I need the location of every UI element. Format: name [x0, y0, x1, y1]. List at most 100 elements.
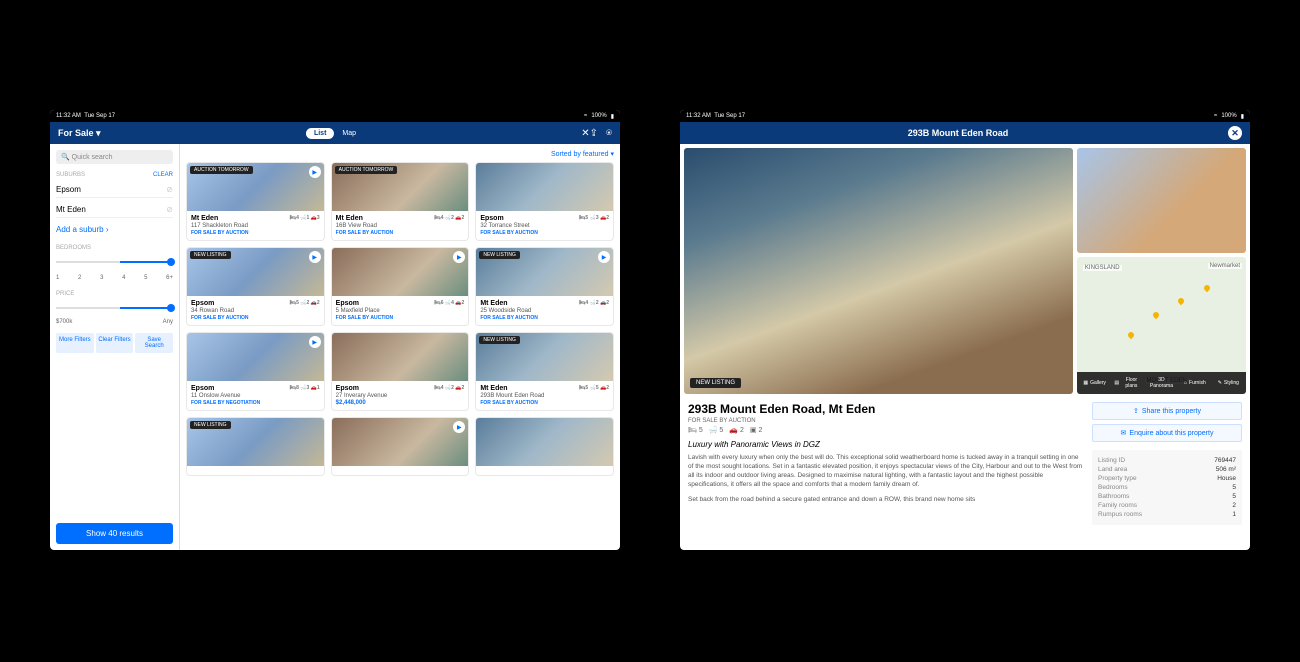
- remove-suburb-icon[interactable]: ⊘: [166, 205, 173, 214]
- fact-label: Family rooms: [1098, 502, 1137, 509]
- rooms-icon: ▣ 2: [750, 426, 762, 434]
- bedrooms-slider[interactable]: [56, 261, 173, 263]
- play-icon[interactable]: ▶: [309, 251, 321, 263]
- tab-3d[interactable]: 3D Panorama: [1146, 374, 1177, 392]
- map-label: Newmarket: [1208, 263, 1242, 269]
- card-image: [476, 418, 613, 466]
- listing-card[interactable]: NEW LISTING: [186, 417, 325, 476]
- hero-main-image[interactable]: NEW LISTING: [684, 148, 1073, 394]
- card-status: FOR SALE BY NEGOTIATION: [191, 400, 320, 406]
- card-address: 16B View Road: [336, 223, 465, 229]
- property-description-2: Set back from the road behind a secure g…: [688, 495, 1084, 504]
- play-icon[interactable]: ▶: [453, 251, 465, 263]
- card-address: 34 Rowan Road: [191, 308, 320, 314]
- listing-card[interactable]: [475, 417, 614, 476]
- clear-filters-button[interactable]: Clear Filters: [96, 333, 134, 353]
- card-status: FOR SALE BY AUCTION: [480, 400, 609, 406]
- card-suburb: Epsom: [191, 300, 214, 307]
- share-property-button[interactable]: ⇪ Share this property: [1092, 402, 1242, 420]
- fact-label: Listing ID: [1098, 457, 1125, 464]
- listing-card[interactable]: ▶: [331, 417, 470, 476]
- status-bar: 11:32 AM Tue Sep 17 ≈ 100% ▮: [680, 110, 1250, 122]
- card-image: NEW LISTING ▶: [187, 248, 324, 296]
- close-filters-icon[interactable]: ✕: [581, 128, 589, 139]
- quick-search-input[interactable]: 🔍 Quick search: [56, 150, 173, 164]
- navbar-search: For Sale ▾ ✕ List Map ⇪ ⍟: [50, 122, 620, 144]
- hero-side-image[interactable]: [1077, 148, 1246, 253]
- beds-icon: 🛏 5: [688, 426, 703, 434]
- map-pin-icon: [1177, 297, 1185, 305]
- fact-row: Rumpus rooms1: [1098, 510, 1236, 519]
- tab-styling[interactable]: ✎ Styling: [1213, 374, 1244, 392]
- card-specs: 🛏5 🛁2 🚗2: [290, 300, 320, 307]
- card-address: 25 Woodside Road: [480, 308, 609, 314]
- card-status: FOR SALE BY AUCTION: [480, 315, 609, 321]
- card-specs: 🛏4 🛁1 🚗3: [290, 215, 320, 222]
- tab-floorplans[interactable]: ▤ Floor plans: [1112, 374, 1143, 392]
- card-suburb: Mt Eden: [480, 385, 507, 392]
- fact-value: 506 m²: [1216, 466, 1236, 473]
- card-specs: 🛏6 🛁4 🚗2: [434, 300, 464, 307]
- listing-card[interactable]: Epsom 🛏5 🛁3 🚗2 32 Torrance Street FOR SA…: [475, 162, 614, 241]
- add-suburb-link[interactable]: Add a suburb ›: [56, 222, 173, 237]
- tablet-detail: 11:32 AM Tue Sep 17 ≈ 100% ▮ 293B Mount …: [680, 110, 1250, 550]
- hero-map[interactable]: KINGSLAND MOUNT EDEN Newmarket ▦ Gallery…: [1077, 257, 1246, 394]
- play-icon[interactable]: ▶: [453, 421, 465, 433]
- fact-row: Bedrooms5: [1098, 483, 1236, 492]
- listing-card[interactable]: NEW LISTING ▶ Mt Eden 🛏4 🛁2 🚗2 25 Woodsi…: [475, 247, 614, 326]
- listing-card[interactable]: ▶ Epsom 🛏8 🛁3 🚗1 11 Onslow Avenue FOR SA…: [186, 332, 325, 411]
- bedrooms-label: BEDROOMS: [56, 245, 91, 251]
- card-status: FOR SALE BY AUCTION: [191, 315, 320, 321]
- listing-card[interactable]: AUCTION TOMORROW ▶ Mt Eden 🛏4 🛁1 🚗3 117 …: [186, 162, 325, 241]
- profile-icon[interactable]: ⍟: [606, 128, 612, 139]
- fact-value: 5: [1232, 484, 1236, 491]
- card-specs: 🛏5 🛁5 🚗2: [579, 385, 609, 392]
- price-slider[interactable]: [56, 307, 173, 309]
- listing-card[interactable]: NEW LISTING ▶ Epsom 🛏5 🛁2 🚗2 34 Rowan Ro…: [186, 247, 325, 326]
- show-results-button[interactable]: Show 40 results: [56, 523, 173, 544]
- clear-suburbs[interactable]: CLEAR: [153, 172, 173, 178]
- listing-card[interactable]: Epsom 🛏4 🛁2 🚗2 27 Inverary Avenue $2,448…: [331, 332, 470, 411]
- card-badge: NEW LISTING: [190, 251, 231, 259]
- play-icon[interactable]: ▶: [309, 336, 321, 348]
- card-image: AUCTION TOMORROW ▶: [187, 163, 324, 211]
- remove-suburb-icon[interactable]: ⊘: [166, 185, 173, 194]
- card-image: ▶: [187, 333, 324, 381]
- list-toggle[interactable]: List: [306, 128, 334, 139]
- share-icon[interactable]: ⇪: [590, 128, 598, 139]
- filter-sidebar: 🔍 Quick search SUBURBSCLEAR Epsom⊘ Mt Ed…: [50, 144, 180, 550]
- sort-dropdown[interactable]: Sorted by featured ▾: [186, 150, 614, 158]
- card-address: 32 Torrance Street: [480, 223, 609, 229]
- card-address: 27 Inverary Avenue: [336, 393, 465, 399]
- card-suburb: Mt Eden: [480, 300, 507, 307]
- card-address: 11 Onslow Avenue: [191, 393, 320, 399]
- close-detail-button[interactable]: ✕: [1228, 126, 1242, 140]
- map-toggle[interactable]: Map: [334, 128, 364, 139]
- card-image: AUCTION TOMORROW: [332, 163, 469, 211]
- property-tagline: Luxury with Panoramic Views in DGZ: [688, 440, 1084, 449]
- suburb-row: Mt Eden⊘: [56, 202, 173, 218]
- card-image: [332, 333, 469, 381]
- card-specs: 🛏4 🛁2 🚗2: [434, 215, 464, 222]
- suburbs-label: SUBURBS: [56, 172, 85, 178]
- tab-furnish[interactable]: ⌂ Furnish: [1179, 374, 1210, 392]
- listing-card[interactable]: NEW LISTING Mt Eden 🛏5 🛁5 🚗2 293B Mount …: [475, 332, 614, 411]
- play-icon[interactable]: ▶: [309, 166, 321, 178]
- listing-card[interactable]: ▶ Epsom 🛏6 🛁4 🚗2 5 Maxfield Place FOR SA…: [331, 247, 470, 326]
- property-facts: Listing ID769447Land area506 m²Property …: [1092, 450, 1242, 525]
- listing-card[interactable]: AUCTION TOMORROW Mt Eden 🛏4 🛁2 🚗2 16B Vi…: [331, 162, 470, 241]
- fact-row: Listing ID769447: [1098, 456, 1236, 465]
- enquire-button[interactable]: ✉ Enquire about this property: [1092, 424, 1242, 442]
- play-icon[interactable]: ▶: [598, 251, 610, 263]
- tablet-search: 11:32 AM Tue Sep 17 ≈ 100% ▮ For Sale ▾ …: [50, 110, 620, 550]
- save-search-button[interactable]: Save Search: [135, 333, 173, 353]
- property-specs: 🛏 5 🛁 5 🚗 2 ▣ 2: [688, 426, 1084, 434]
- navbar-detail: 293B Mount Eden Road ✕: [680, 122, 1250, 144]
- card-specs: 🛏8 🛁3 🚗1: [290, 385, 320, 392]
- property-title: 293B Mount Eden Road, Mt Eden: [688, 402, 1084, 416]
- tab-gallery[interactable]: ▦ Gallery: [1079, 374, 1110, 392]
- card-badge: NEW LISTING: [479, 336, 520, 344]
- more-filters-button[interactable]: More Filters: [56, 333, 94, 353]
- status-time: 11:32 AM Tue Sep 17: [686, 113, 745, 119]
- card-suburb: Epsom: [336, 385, 359, 392]
